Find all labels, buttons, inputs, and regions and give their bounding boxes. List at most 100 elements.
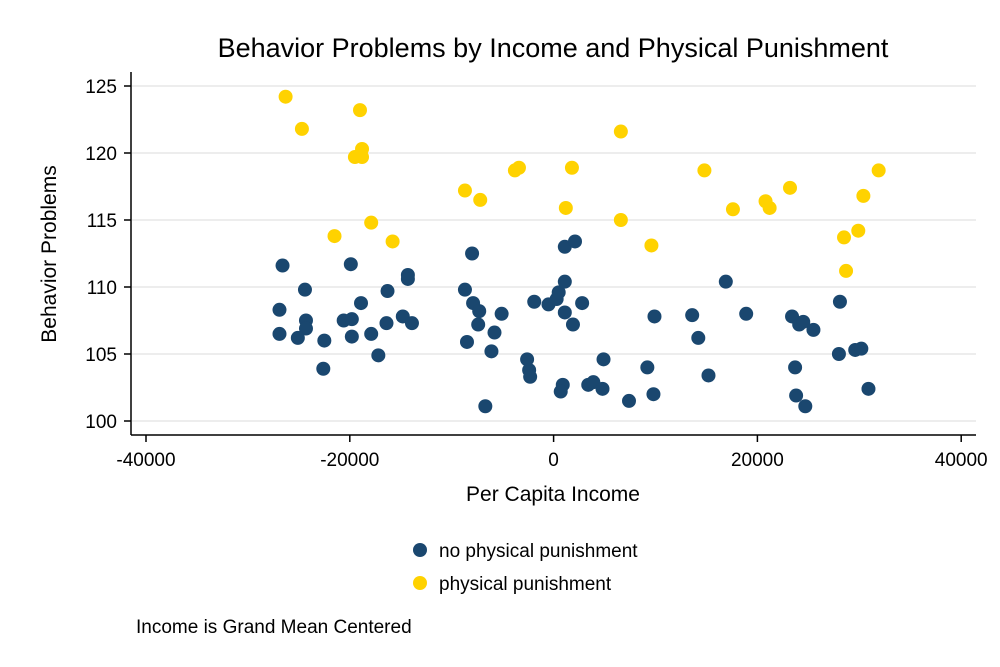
- chart-title: Behavior Problems by Income and Physical…: [218, 33, 889, 63]
- data-point-no-punishment: [459, 334, 474, 349]
- data-point-no-punishment: [297, 282, 312, 297]
- data-point-punishment: [644, 238, 659, 253]
- data-point-no-punishment: [701, 368, 716, 383]
- y-tick-label: 110: [87, 278, 117, 299]
- data-point-no-punishment: [557, 305, 572, 320]
- scatter-chart: Behavior Problems by Income and Physical…: [38, 33, 988, 638]
- data-point-no-punishment: [478, 399, 493, 414]
- data-point-no-punishment: [316, 361, 331, 376]
- gridlines: [132, 85, 976, 422]
- data-point-no-punishment: [854, 341, 869, 356]
- data-point-no-punishment: [788, 360, 803, 375]
- data-point-no-punishment: [595, 381, 610, 396]
- data-point-no-punishment: [691, 330, 706, 345]
- legend-label-physical-punishment: physical punishment: [439, 574, 612, 595]
- data-point-no-punishment: [565, 317, 580, 332]
- x-tick-label: 20000: [731, 450, 784, 471]
- data-point-punishment: [457, 183, 472, 198]
- y-tick-label: 120: [85, 144, 117, 165]
- x-tick-label: -20000: [320, 450, 379, 471]
- data-point-no-punishment: [400, 271, 415, 286]
- data-point-punishment: [558, 200, 573, 215]
- data-point-punishment: [613, 213, 628, 227]
- data-point-punishment: [564, 160, 579, 175]
- x-tick-label: 40000: [935, 450, 988, 471]
- data-point-punishment: [278, 89, 293, 104]
- data-point-punishment: [762, 200, 777, 215]
- data-point-punishment: [871, 163, 886, 178]
- data-point-punishment: [364, 215, 379, 230]
- data-points: [272, 89, 886, 414]
- y-tick-label: 125: [85, 77, 117, 98]
- data-point-no-punishment: [494, 306, 509, 321]
- data-point-no-punishment: [523, 369, 538, 384]
- data-point-no-punishment: [343, 257, 358, 272]
- data-point-no-punishment: [718, 274, 733, 289]
- data-point-no-punishment: [272, 326, 287, 341]
- data-point-punishment: [851, 223, 866, 238]
- legend-label-no-physical-punishment: no physical punishment: [439, 541, 638, 562]
- data-point-no-punishment: [404, 316, 419, 331]
- data-point-punishment: [473, 192, 488, 207]
- data-point-no-punishment: [379, 316, 394, 331]
- y-axis-ticks: 100 105 110 115 120 125: [85, 77, 131, 433]
- data-point-no-punishment: [647, 309, 662, 324]
- data-point-no-punishment: [290, 330, 305, 345]
- data-point-no-punishment: [831, 347, 846, 361]
- data-point-no-punishment: [640, 360, 655, 375]
- data-point-no-punishment: [465, 246, 480, 261]
- legend-marker-physical-punishment: [413, 576, 427, 590]
- x-tick-label: -40000: [116, 450, 175, 471]
- data-point-punishment: [697, 163, 712, 178]
- data-point-punishment: [385, 234, 400, 249]
- data-point-punishment: [856, 188, 871, 203]
- data-point-no-punishment: [557, 274, 572, 289]
- data-point-no-punishment: [484, 344, 499, 359]
- data-point-punishment: [355, 150, 370, 165]
- data-point-no-punishment: [471, 317, 486, 332]
- data-point-no-punishment: [317, 333, 332, 348]
- data-point-no-punishment: [380, 284, 395, 299]
- data-point-no-punishment: [646, 387, 661, 402]
- data-point-punishment: [511, 160, 526, 175]
- data-point-punishment: [783, 180, 798, 195]
- y-axis-label: Behavior Problems: [38, 165, 61, 342]
- data-point-punishment: [327, 229, 342, 244]
- data-point-no-punishment: [364, 326, 379, 341]
- data-point-no-punishment: [832, 294, 847, 309]
- legend-marker-no-physical-punishment: [413, 543, 427, 557]
- data-point-punishment: [839, 263, 854, 278]
- data-point-no-punishment: [371, 348, 386, 363]
- data-point-no-punishment: [354, 296, 369, 311]
- data-point-no-punishment: [789, 388, 804, 403]
- data-point-no-punishment: [272, 302, 287, 317]
- data-point-no-punishment: [344, 329, 359, 344]
- data-point-punishment: [613, 124, 628, 139]
- data-point-no-punishment: [861, 381, 876, 396]
- data-point-no-punishment: [798, 399, 813, 414]
- y-tick-label: 100: [85, 412, 117, 433]
- y-tick-label: 115: [87, 211, 117, 232]
- x-axis-label: Per Capita Income: [466, 483, 640, 506]
- data-point-no-punishment: [275, 258, 290, 273]
- data-point-no-punishment: [344, 312, 359, 327]
- data-point-punishment: [294, 121, 309, 136]
- chart-note: Income is Grand Mean Centered: [136, 617, 412, 638]
- data-point-no-punishment: [487, 325, 502, 340]
- data-point-punishment: [725, 202, 740, 217]
- data-point-no-punishment: [622, 393, 637, 408]
- data-point-no-punishment: [527, 294, 542, 309]
- x-tick-label: 0: [548, 450, 559, 471]
- data-point-no-punishment: [472, 304, 487, 319]
- legend: no physical punishment physical punishme…: [413, 541, 638, 595]
- data-point-no-punishment: [575, 296, 590, 311]
- data-point-no-punishment: [457, 282, 472, 297]
- data-point-no-punishment: [806, 322, 821, 337]
- data-point-punishment: [837, 230, 852, 245]
- data-point-no-punishment: [567, 234, 582, 249]
- data-point-no-punishment: [739, 306, 754, 321]
- data-point-punishment: [352, 103, 367, 118]
- y-tick-label: 105: [85, 345, 117, 366]
- data-point-no-punishment: [685, 308, 700, 323]
- data-point-no-punishment: [596, 352, 611, 367]
